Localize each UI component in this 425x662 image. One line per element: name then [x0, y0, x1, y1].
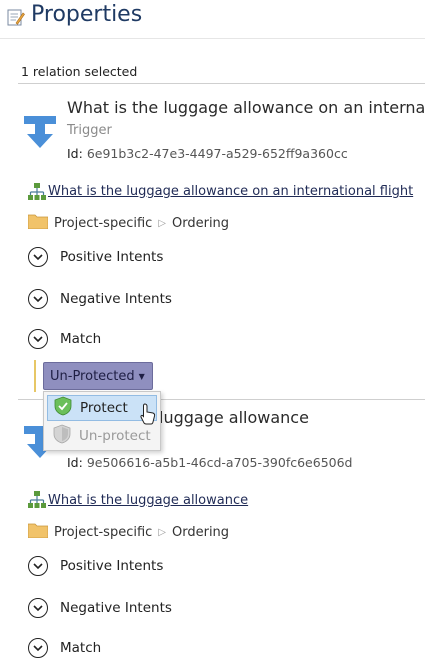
breadcrumb-project[interactable]: Project-specific	[54, 216, 152, 231]
selection-count: 1 relation selected	[21, 64, 138, 79]
item-id: Id: 6e91b3c2-47e3-4497-a529-652ff9a360cc	[67, 146, 348, 161]
breadcrumb: Project-specific ▷ Ordering	[27, 522, 229, 542]
breadcrumb-project[interactable]: Project-specific	[54, 525, 152, 540]
dropdown-caret-icon: ▼	[138, 372, 145, 381]
panel-title: Properties	[31, 2, 143, 27]
id-value: 9e506616-a5b1-46cd-a705-390fc6e6506d	[86, 455, 353, 470]
shield-check-icon	[54, 396, 72, 420]
chevron-down-icon[interactable]	[28, 289, 48, 309]
shield-icon	[53, 424, 71, 448]
section-label: Match	[60, 331, 102, 347]
id-label: Id:	[67, 455, 83, 470]
protection-dropdown-button[interactable]: Un-Protected ▼	[43, 362, 153, 390]
chevron-right-icon: ▷	[158, 526, 166, 538]
chevron-down-icon[interactable]	[28, 556, 48, 576]
trigger-link[interactable]: What is the luggage allowance	[48, 493, 248, 508]
properties-icon	[7, 8, 25, 26]
section-match[interactable]: Match	[28, 638, 101, 658]
chevron-down-icon[interactable]	[28, 329, 48, 349]
id-label: Id:	[67, 146, 83, 161]
section-label: Match	[60, 640, 102, 656]
protection-button-label: Un-Protected	[50, 368, 135, 384]
item-title: What is the luggage allowance on an inte…	[67, 98, 425, 117]
section-label: Negative Intents	[60, 600, 172, 616]
section-label: Positive Intents	[60, 558, 164, 574]
item-id: Id: 9e506616-a5b1-46cd-a705-390fc6e6506d	[67, 455, 352, 470]
chevron-down-icon[interactable]	[28, 638, 48, 658]
section-match[interactable]: Match	[28, 329, 101, 349]
item-type: Trigger	[67, 123, 112, 138]
breadcrumb: Project-specific ▷ Ordering	[27, 213, 229, 233]
breadcrumb-category[interactable]: Ordering	[172, 216, 229, 231]
match-indicator	[34, 360, 36, 392]
section-label: Negative Intents	[60, 291, 172, 307]
chevron-right-icon: ▷	[158, 217, 166, 229]
section-positive-intents[interactable]: Positive Intents	[28, 556, 163, 576]
chevron-down-icon[interactable]	[28, 598, 48, 618]
folder-icon	[27, 522, 49, 542]
folder-icon	[27, 213, 49, 233]
divider	[18, 83, 425, 84]
menu-item-label: Un-protect	[79, 428, 151, 444]
hierarchy-icon	[28, 491, 46, 513]
section-label: Positive Intents	[60, 249, 164, 265]
mouse-cursor-icon	[140, 403, 156, 429]
id-value: 6e91b3c2-47e3-4497-a529-652ff9a360cc	[86, 146, 348, 161]
section-positive-intents[interactable]: Positive Intents	[28, 247, 163, 267]
item-title: luggage allowance	[159, 408, 309, 427]
trigger-link[interactable]: What is the luggage allowance on an inte…	[48, 184, 413, 199]
menu-item-label: Protect	[80, 400, 128, 416]
hierarchy-icon	[28, 183, 46, 205]
trigger-arrow-icon	[24, 116, 56, 154]
divider	[0, 38, 425, 39]
chevron-down-icon[interactable]	[28, 247, 48, 267]
section-negative-intents[interactable]: Negative Intents	[28, 289, 172, 309]
breadcrumb-category[interactable]: Ordering	[172, 525, 229, 540]
section-negative-intents[interactable]: Negative Intents	[28, 598, 172, 618]
